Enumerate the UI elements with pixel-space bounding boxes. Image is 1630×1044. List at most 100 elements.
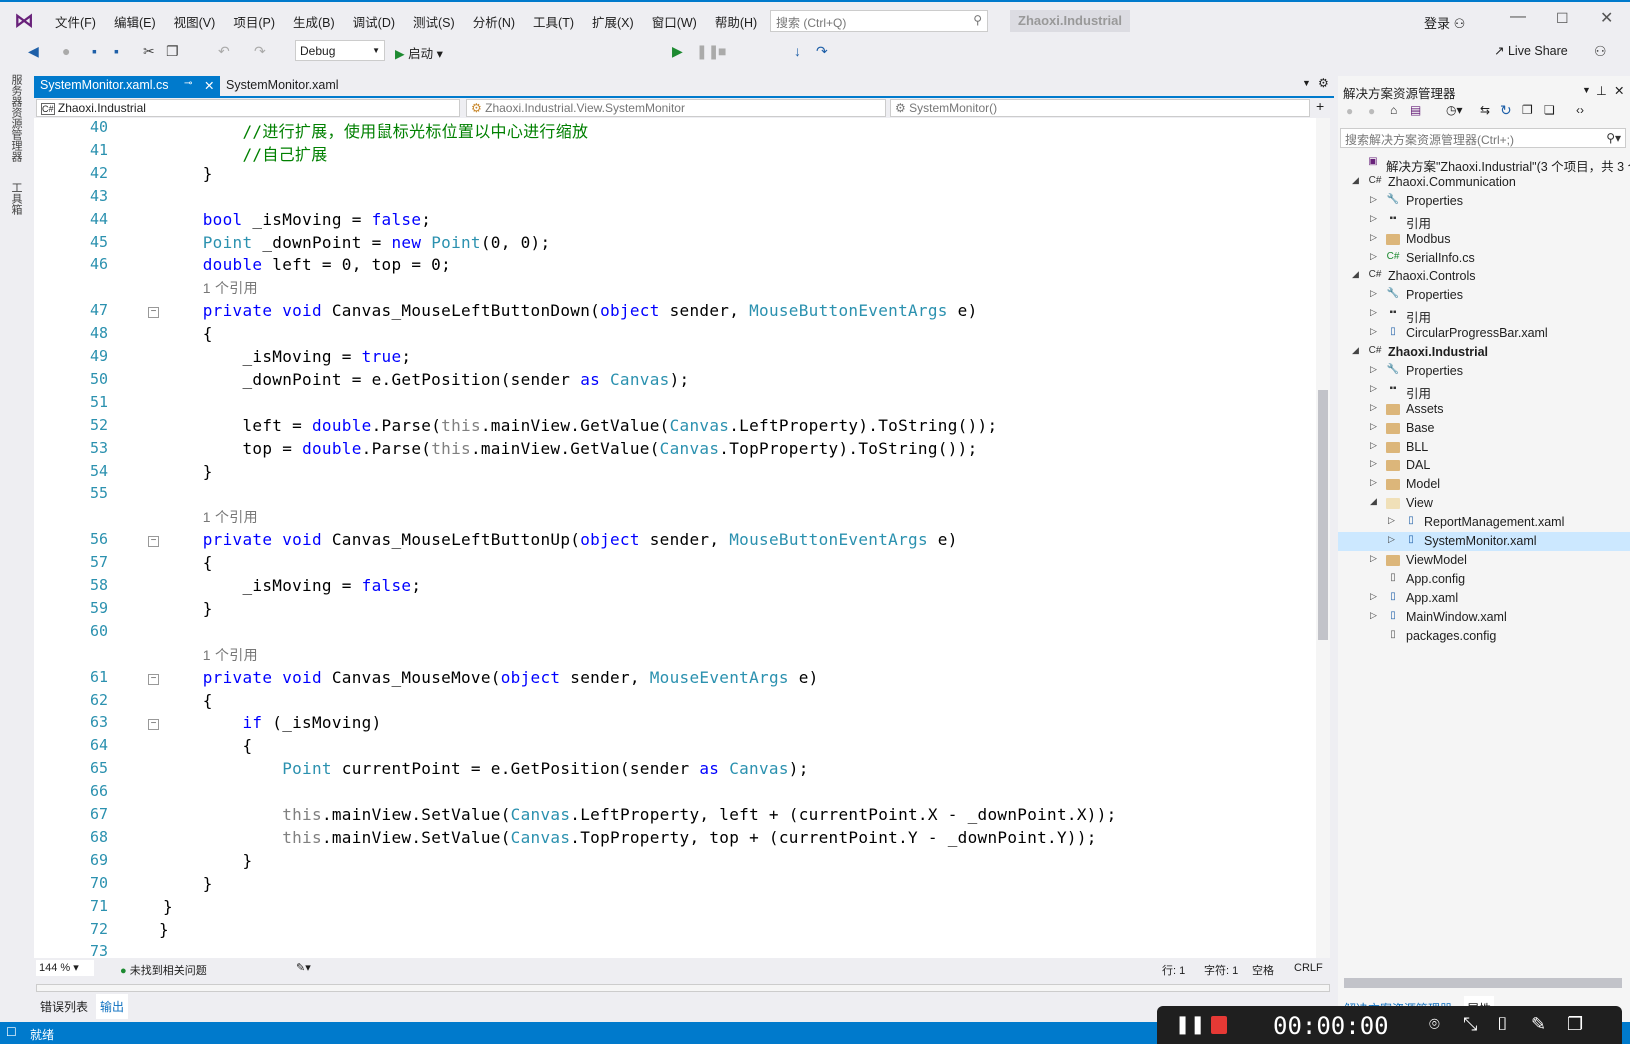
switch-views-icon[interactable]: ▤ — [1410, 103, 1421, 117]
play-icon[interactable]: ▶ — [672, 43, 683, 60]
tree-item[interactable]: ▷ 🔧 Properties — [1338, 286, 1630, 305]
tree-item[interactable]: ▷ Model — [1338, 475, 1630, 494]
code-view-icon[interactable]: ‹› — [1576, 103, 1584, 117]
feedback-icon[interactable]: ⚇ — [1594, 43, 1607, 60]
collapsed-arrow-icon[interactable]: ▷ — [1370, 402, 1377, 413]
undo-icon[interactable]: ↶ — [218, 43, 230, 60]
collapsed-arrow-icon[interactable]: ▷ — [1370, 326, 1377, 337]
save-icon[interactable]: ▪ — [92, 43, 97, 59]
tree-item[interactable]: ▷ 🔧 Properties — [1338, 192, 1630, 211]
collapsed-arrow-icon[interactable]: ▷ — [1370, 440, 1377, 451]
collapsed-arrow-icon[interactable]: ▷ — [1370, 591, 1377, 602]
close-button[interactable]: ✕ — [1600, 8, 1613, 28]
start-button[interactable]: ▶ 启动 ▾ — [395, 43, 443, 62]
tab-systemmonitor-xaml[interactable]: SystemMonitor.xaml — [220, 76, 345, 96]
collapse-icon[interactable]: − — [148, 719, 159, 731]
tree-item[interactable]: ▯ packages.config — [1338, 627, 1630, 646]
tab-overflow-icon[interactable]: ▼ — [1302, 78, 1311, 88]
collapsed-arrow-icon[interactable]: ▷ — [1370, 288, 1377, 299]
spaces-indicator[interactable]: 空格 — [1252, 962, 1274, 978]
menu-item[interactable]: 调试(D) — [344, 12, 404, 31]
tab-error-list[interactable]: 错误列表 — [40, 998, 88, 1015]
tree-item[interactable]: ▷ BLL — [1338, 438, 1630, 457]
sync-icon[interactable]: ⇆ — [1480, 103, 1490, 117]
code-lens-references[interactable]: 1 个引用 — [163, 645, 258, 665]
menu-item[interactable]: 文件(F) — [46, 12, 105, 31]
collapsed-arrow-icon[interactable]: ▷ — [1370, 477, 1377, 488]
collapse-all-icon[interactable]: ❐ — [1522, 103, 1533, 117]
toolbox-tab[interactable]: 工具箱 — [8, 182, 24, 215]
camera-icon[interactable]: ⌷ — [1497, 1014, 1508, 1035]
step-into-icon[interactable]: ↓ — [794, 43, 801, 59]
redo-icon[interactable]: ↷ — [254, 43, 266, 60]
code-editor[interactable]: 40 //进行扩展，使用鼠标光标位置以中心进行缩放 41 //自己扩展 42 } 43… — [34, 118, 1316, 958]
show-all-files-icon[interactable]: ❏ — [1544, 103, 1555, 117]
close-icon[interactable]: ✕ — [1614, 83, 1624, 98]
collapsed-arrow-icon[interactable]: ▷ — [1370, 307, 1377, 318]
tree-item[interactable]: ▷ Modbus — [1338, 230, 1630, 249]
pen-icon[interactable]: ✎ — [1531, 1014, 1546, 1035]
menu-item[interactable]: 扩展(X) — [583, 12, 643, 31]
tree-item[interactable]: ▷ Assets — [1338, 400, 1630, 419]
tab-systemmonitor-xaml-cs[interactable]: SystemMonitor.xaml.cs ⊸ ✕ — [34, 76, 220, 96]
code-lens-references[interactable]: 1 个引用 — [163, 278, 258, 298]
menu-item[interactable]: 测试(S) — [404, 12, 464, 31]
forward-icon[interactable]: ● — [62, 43, 70, 59]
menu-item[interactable]: 生成(B) — [284, 12, 344, 31]
tree-item[interactable]: ▷ ▯ ReportManagement.xaml — [1338, 513, 1630, 532]
live-share-button[interactable]: ↗ Live Share — [1494, 43, 1568, 58]
tab-output[interactable]: 输出 — [96, 994, 129, 1019]
close-icon[interactable]: ✕ — [204, 78, 214, 93]
back-icon[interactable]: ◀ — [28, 43, 39, 60]
expanded-arrow-icon[interactable]: ◢ — [1370, 496, 1377, 507]
menu-item[interactable]: 视图(V) — [165, 12, 225, 31]
collapse-icon[interactable]: − — [148, 307, 159, 319]
region-icon[interactable]: ⌾ — [1429, 1014, 1440, 1035]
collapsed-arrow-icon[interactable]: ▷ — [1388, 515, 1395, 526]
tree-item[interactable]: ◢ C# Zhaoxi.Controls — [1338, 267, 1630, 286]
expanded-arrow-icon[interactable]: ◢ — [1352, 269, 1359, 280]
home-icon[interactable]: ⌂ — [1390, 103, 1397, 117]
tree-item[interactable]: ▷ ▪▪ 引用 — [1338, 381, 1630, 400]
reference-count[interactable]: 1 个引用 — [203, 509, 258, 525]
tree-item[interactable]: ▷ C# SerialInfo.cs — [1338, 249, 1630, 268]
login-button[interactable]: 登录 ⚇ — [1424, 13, 1465, 32]
reference-count[interactable]: 1 个引用 — [203, 647, 258, 663]
window-icon[interactable]: ❐ — [1567, 1014, 1583, 1035]
collapse-icon[interactable]: − — [148, 536, 159, 548]
collapsed-arrow-icon[interactable]: ▷ — [1370, 213, 1377, 224]
tree-item[interactable]: ◢ C# Zhaoxi.Industrial — [1338, 343, 1630, 362]
tree-item[interactable]: ▷ ▪▪ 引用 — [1338, 211, 1630, 230]
solution-config-select[interactable]: Debug ▼ — [295, 40, 385, 61]
scrollbar-thumb[interactable] — [1318, 390, 1328, 640]
tree-item[interactable]: ◢ C# Zhaoxi.Communication — [1338, 173, 1630, 192]
stop-icon[interactable]: ■ — [718, 43, 726, 59]
tree-item[interactable]: ▣ 解决方案"Zhaoxi.Industrial"(3 个项目，共 3 个 — [1338, 154, 1630, 173]
collapsed-arrow-icon[interactable]: ▷ — [1370, 383, 1377, 394]
code-lens-references[interactable]: 1 个引用 — [163, 507, 258, 527]
step-over-icon[interactable]: ↷ — [816, 43, 828, 60]
zoom-dropdown[interactable]: 144 % ▾ — [36, 960, 94, 976]
collapsed-arrow-icon[interactable]: ▷ — [1370, 610, 1377, 621]
pause-icon[interactable]: ❚❚ — [696, 43, 719, 60]
collapsed-arrow-icon[interactable]: ▷ — [1388, 534, 1395, 545]
maximize-button[interactable]: ☐ — [1556, 10, 1569, 27]
eol-indicator[interactable]: CRLF — [1294, 962, 1323, 974]
minimize-button[interactable]: — — [1510, 8, 1526, 26]
pause-record-button[interactable]: ❚❚ — [1175, 1014, 1205, 1035]
copy-icon[interactable]: ❐ — [166, 43, 179, 60]
tree-item[interactable]: ◢ View — [1338, 494, 1630, 513]
tree-item[interactable]: ▷ ▯ SystemMonitor.xaml — [1338, 532, 1630, 551]
member-dropdown[interactable]: ⚙ SystemMonitor() — [890, 99, 1310, 117]
server-explorer-tab[interactable]: 服务器资源管理器 — [8, 74, 24, 162]
collapsed-arrow-icon[interactable]: ▷ — [1370, 232, 1377, 243]
back-icon[interactable]: ● — [1346, 104, 1353, 118]
menu-item[interactable]: 工具(T) — [524, 12, 583, 31]
refresh-icon[interactable]: ↻ — [1500, 102, 1512, 119]
collapsed-arrow-icon[interactable]: ▷ — [1370, 194, 1377, 205]
tree-item[interactable]: ▷ ▯ MainWindow.xaml — [1338, 608, 1630, 627]
split-icon[interactable]: + — [1316, 98, 1324, 114]
shrink-icon[interactable]: ⤡ — [1463, 1014, 1477, 1035]
solution-search-input[interactable]: 搜索解决方案资源管理器(Ctrl+;) ⚲▾ — [1340, 128, 1626, 148]
tree-item[interactable]: ▷ ▯ CircularProgressBar.xaml — [1338, 324, 1630, 343]
